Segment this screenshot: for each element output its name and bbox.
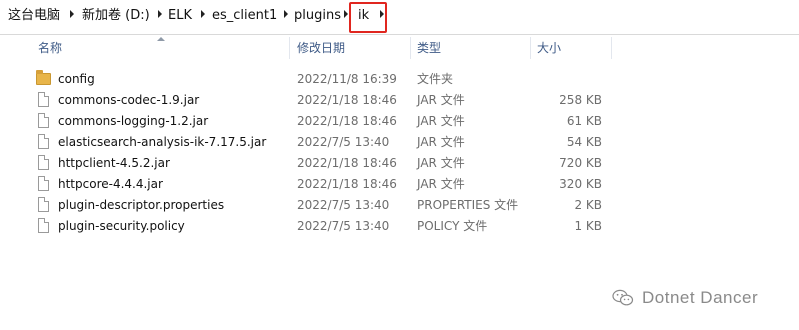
- folder-icon: [36, 70, 51, 85]
- file-row[interactable]: commons-codec-1.9.jar 2022/1/18 18:46 JA…: [32, 90, 612, 111]
- file-name: httpcore-4.4.4.jar: [58, 177, 163, 191]
- column-header-type[interactable]: 类型: [417, 37, 441, 59]
- watermark-text: Dotnet Dancer: [642, 288, 759, 307]
- file-type: JAR 文件: [417, 114, 465, 128]
- file-name: plugin-security.policy: [58, 219, 185, 233]
- highlight-box: [349, 2, 387, 33]
- file-date: 2022/11/8 16:39: [297, 72, 397, 86]
- file-type: JAR 文件: [417, 156, 465, 170]
- sort-ascending-icon[interactable]: [157, 37, 165, 41]
- file-row[interactable]: httpclient-4.5.2.jar 2022/1/18 18:46 JAR…: [32, 153, 612, 174]
- column-divider[interactable]: [611, 37, 612, 59]
- file-date: 2022/7/5 13:40: [297, 219, 390, 233]
- file-size: 2 KB: [574, 198, 602, 212]
- file-date: 2022/1/18 18:46: [297, 177, 397, 191]
- column-divider[interactable]: [289, 37, 290, 59]
- file-type: 文件夹: [417, 72, 454, 86]
- column-divider[interactable]: [530, 37, 531, 59]
- file-icon: [38, 92, 49, 107]
- file-size: 720 KB: [559, 156, 602, 170]
- file-size: 61 KB: [566, 114, 602, 128]
- file-type: JAR 文件: [417, 93, 465, 107]
- file-name: commons-logging-1.2.jar: [58, 114, 209, 128]
- file-type: JAR 文件: [417, 135, 465, 149]
- breadcrumb-separator-icon[interactable]: [284, 10, 288, 18]
- file-type: POLICY 文件: [417, 219, 488, 233]
- file-date: 2022/7/5 13:40: [297, 198, 390, 212]
- column-divider[interactable]: [410, 37, 411, 59]
- file-row[interactable]: config 2022/11/8 16:39 文件夹: [32, 69, 612, 90]
- file-type: PROPERTIES 文件: [417, 198, 519, 212]
- file-size: 320 KB: [559, 177, 602, 191]
- breadcrumb-es-client1[interactable]: es_client1: [212, 8, 277, 24]
- file-icon: [38, 113, 49, 128]
- file-row[interactable]: httpcore-4.4.4.jar 2022/1/18 18:46 JAR 文…: [32, 174, 612, 195]
- breadcrumb-separator-icon[interactable]: [158, 10, 162, 18]
- file-icon: [38, 155, 49, 170]
- file-row[interactable]: plugin-descriptor.properties 2022/7/5 13…: [32, 195, 612, 216]
- file-size: 258 KB: [559, 93, 602, 107]
- breadcrumb-this-pc[interactable]: 这台电脑: [8, 8, 60, 24]
- address-bar[interactable]: 这台电脑 新加卷 (D:) ELK es_client1 plugins ik: [0, 0, 799, 35]
- breadcrumb-separator-icon[interactable]: [70, 10, 74, 18]
- file-name: commons-codec-1.9.jar: [58, 93, 200, 107]
- file-date: 2022/7/5 13:40: [297, 135, 390, 149]
- file-size: 54 KB: [566, 135, 602, 149]
- breadcrumb-separator-icon[interactable]: [201, 10, 205, 18]
- breadcrumb-separator-icon[interactable]: [344, 10, 348, 18]
- file-row[interactable]: elasticsearch-analysis-ik-7.17.5.jar 202…: [32, 132, 612, 153]
- file-row[interactable]: plugin-security.policy 2022/7/5 13:40 PO…: [32, 216, 612, 237]
- file-icon: [38, 176, 49, 191]
- file-date: 2022/1/18 18:46: [297, 114, 397, 128]
- breadcrumb-drive-d[interactable]: 新加卷 (D:): [82, 8, 150, 24]
- breadcrumb-elk[interactable]: ELK: [168, 8, 192, 24]
- file-icon: [38, 134, 49, 149]
- breadcrumb-plugins[interactable]: plugins: [294, 8, 341, 24]
- column-header-name[interactable]: 名称: [38, 37, 62, 59]
- file-row[interactable]: commons-logging-1.2.jar 2022/1/18 18:46 …: [32, 111, 612, 132]
- file-name: config: [58, 72, 95, 86]
- column-header-date[interactable]: 修改日期: [297, 37, 345, 59]
- file-type: JAR 文件: [417, 177, 465, 191]
- file-icon: [38, 218, 49, 233]
- wechat-icon: [612, 289, 634, 306]
- file-icon: [38, 197, 49, 212]
- file-name: httpclient-4.5.2.jar: [58, 156, 170, 170]
- file-date: 2022/1/18 18:46: [297, 93, 397, 107]
- file-name: elasticsearch-analysis-ik-7.17.5.jar: [58, 135, 267, 149]
- file-size: 1 KB: [574, 219, 602, 233]
- file-name: plugin-descriptor.properties: [58, 198, 225, 212]
- column-header-size[interactable]: 大小: [537, 37, 561, 59]
- file-date: 2022/1/18 18:46: [297, 156, 397, 170]
